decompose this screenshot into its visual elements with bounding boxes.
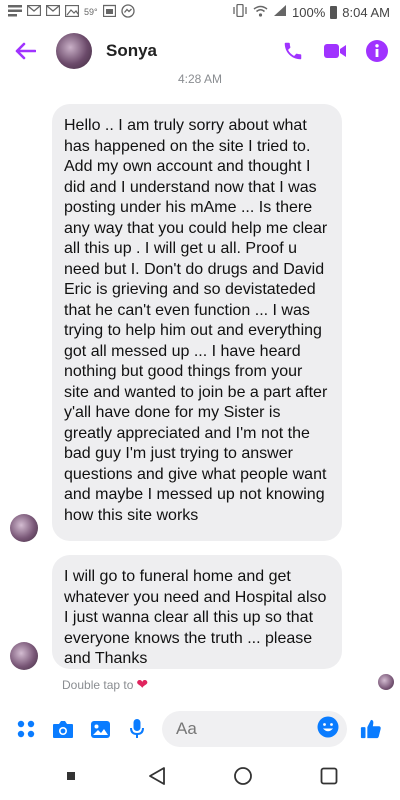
messenger-conversation-screen: 59° 100% 8:04 AM Sonya 4:28 AM Hello .. … bbox=[0, 0, 400, 800]
microphone-icon[interactable] bbox=[123, 715, 151, 743]
clock: 8:04 AM bbox=[342, 4, 390, 20]
double-tap-hint: Double tap to ❤ bbox=[62, 676, 148, 693]
system-navigation-bar bbox=[0, 752, 400, 800]
gallery-icon[interactable] bbox=[86, 715, 114, 743]
status-bar: 59° 100% 8:04 AM bbox=[0, 0, 400, 24]
double-tap-hint-text: Double tap to bbox=[62, 677, 134, 692]
message-input[interactable]: Aa bbox=[162, 711, 347, 747]
message-bubble[interactable]: Hello .. I am truly sorry about what has… bbox=[52, 104, 342, 541]
messenger-icon bbox=[120, 3, 135, 21]
message-timestamp: 4:28 AM bbox=[177, 72, 223, 84]
heart-icon: ❤ bbox=[136, 676, 149, 692]
thumbs-up-icon[interactable] bbox=[357, 715, 385, 743]
message-input-placeholder: Aa bbox=[176, 719, 197, 738]
overview-square-icon[interactable] bbox=[314, 761, 344, 791]
info-icon[interactable] bbox=[364, 38, 390, 64]
status-bar-right: 100% 8:04 AM bbox=[232, 3, 390, 20]
menu-dots-icon[interactable] bbox=[12, 715, 40, 743]
battery-percent: 100% bbox=[292, 4, 326, 20]
seen-receipt-avatar bbox=[378, 674, 394, 690]
sender-avatar[interactable] bbox=[10, 514, 38, 542]
message-composer: Aa bbox=[0, 707, 400, 751]
sender-avatar[interactable] bbox=[10, 642, 38, 670]
status-bar-left: 59° bbox=[8, 3, 135, 21]
home-circle-icon[interactable] bbox=[228, 761, 258, 791]
calendar-icon bbox=[102, 4, 116, 20]
phone-icon[interactable] bbox=[280, 38, 306, 64]
emoji-icon[interactable] bbox=[317, 716, 339, 743]
vibrate-icon bbox=[232, 3, 248, 20]
gmail-icon bbox=[45, 4, 61, 19]
contact-name[interactable]: Sonya bbox=[106, 41, 264, 61]
back-triangle-icon[interactable] bbox=[142, 761, 172, 791]
image-icon bbox=[64, 4, 80, 20]
contact-avatar[interactable] bbox=[56, 33, 92, 69]
conversation-header: Sonya bbox=[0, 24, 400, 78]
gmail-icon bbox=[26, 4, 42, 19]
message-bubble[interactable]: I will go to funeral home and get whatev… bbox=[52, 555, 342, 669]
temperature-label: 59° bbox=[84, 7, 98, 17]
battery-icon bbox=[330, 5, 338, 19]
wifi-icon bbox=[253, 5, 268, 20]
video-camera-icon[interactable] bbox=[322, 38, 348, 64]
notification-icon bbox=[8, 4, 22, 20]
recents-square-icon[interactable] bbox=[56, 761, 86, 791]
lte-signal-icon bbox=[273, 4, 287, 20]
camera-icon[interactable] bbox=[49, 715, 77, 743]
back-arrow-icon[interactable] bbox=[10, 36, 40, 66]
